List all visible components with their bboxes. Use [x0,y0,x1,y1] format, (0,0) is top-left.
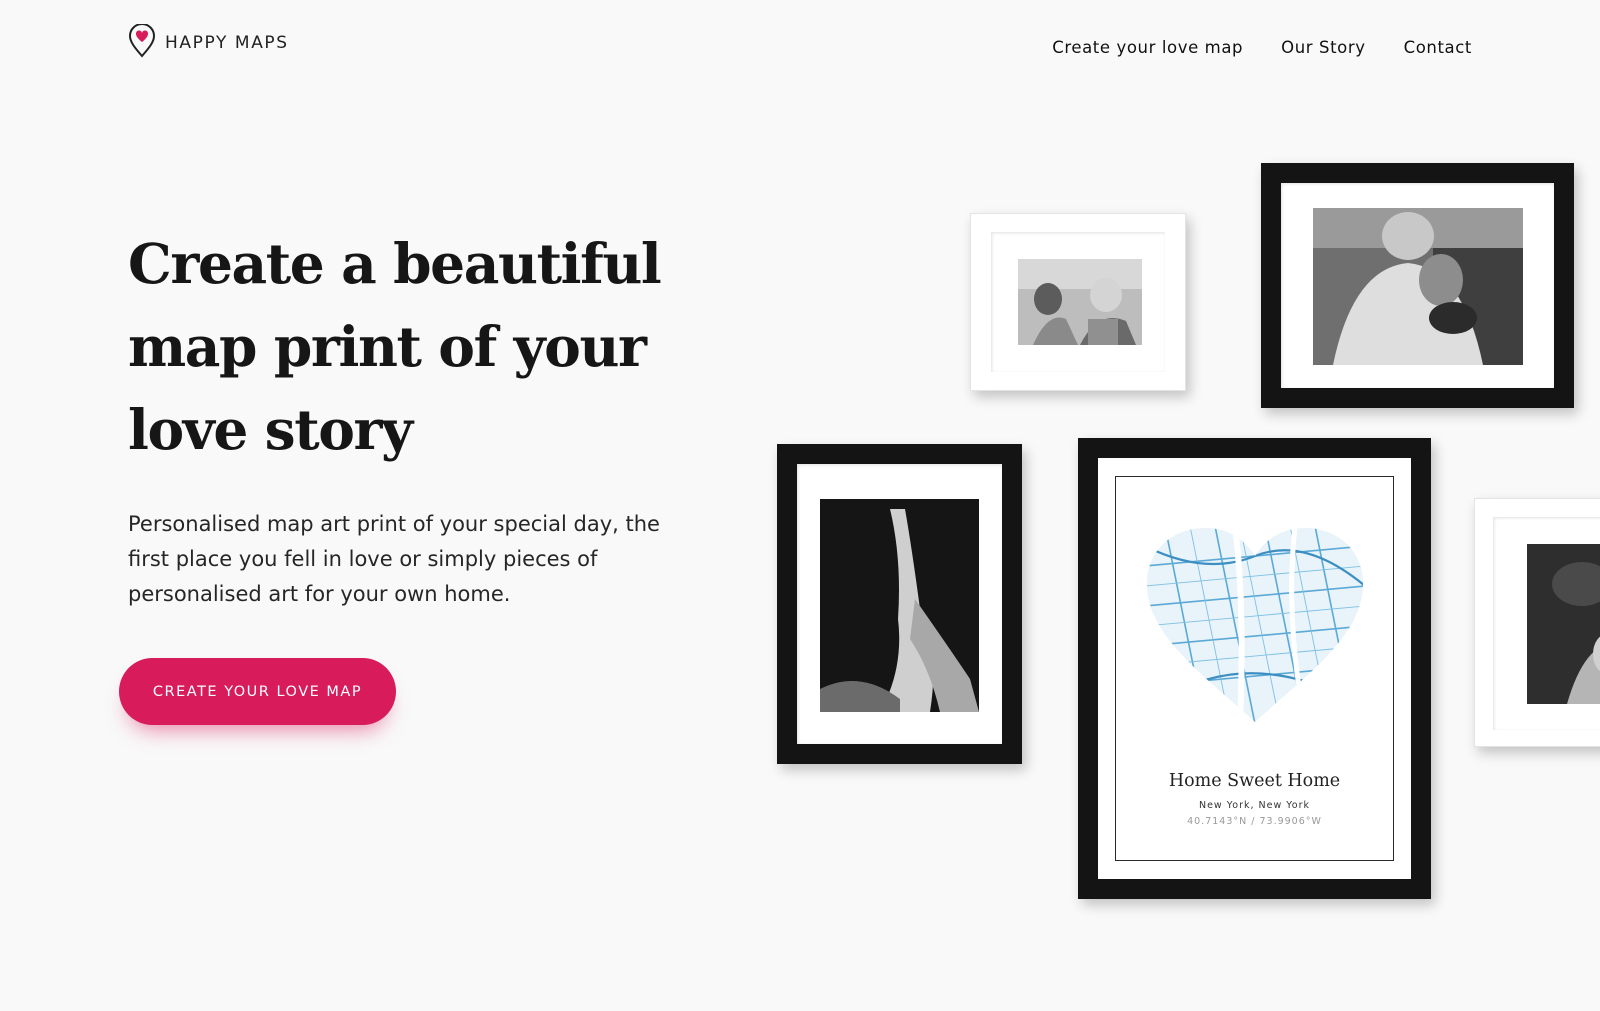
photo-frame-man [1261,163,1574,408]
map-print-coordinates: 40.7143°N / 73.9906°W [1187,816,1322,827]
photo-frame-mother-child [970,213,1186,391]
map-print-frame: Home Sweet Home New York, New York 40.71… [1078,438,1431,899]
photo-mother-child [1018,259,1142,345]
brand-logo[interactable]: HAPPY MAPS [128,24,289,58]
hero-headline: Create a beautiful map print of your lov… [128,231,662,462]
map-pin-heart-icon [128,24,156,58]
photo-man [1313,208,1523,365]
main-nav: Create your love map Our Story Contact [1052,38,1472,57]
photo-frame-right [1474,498,1600,747]
create-love-map-button[interactable]: CREATE YOUR LOVE MAP [119,658,396,725]
photo-legs [820,499,979,712]
hero-subtext: Personalised map art print of your speci… [128,512,660,606]
brand-name: HAPPY MAPS [165,33,289,53]
nav-our-story[interactable]: Our Story [1281,38,1365,57]
photo-right [1527,544,1600,704]
map-print-title: Home Sweet Home [1168,771,1341,791]
map-print-location: New York, New York [1198,800,1311,811]
heart-map-artwork [1145,526,1365,724]
photo-frame-legs [777,444,1022,764]
nav-contact[interactable]: Contact [1404,38,1472,57]
page: HAPPY MAPS Create your love map Our Stor… [0,0,1600,1011]
nav-create-love-map[interactable]: Create your love map [1052,38,1243,57]
